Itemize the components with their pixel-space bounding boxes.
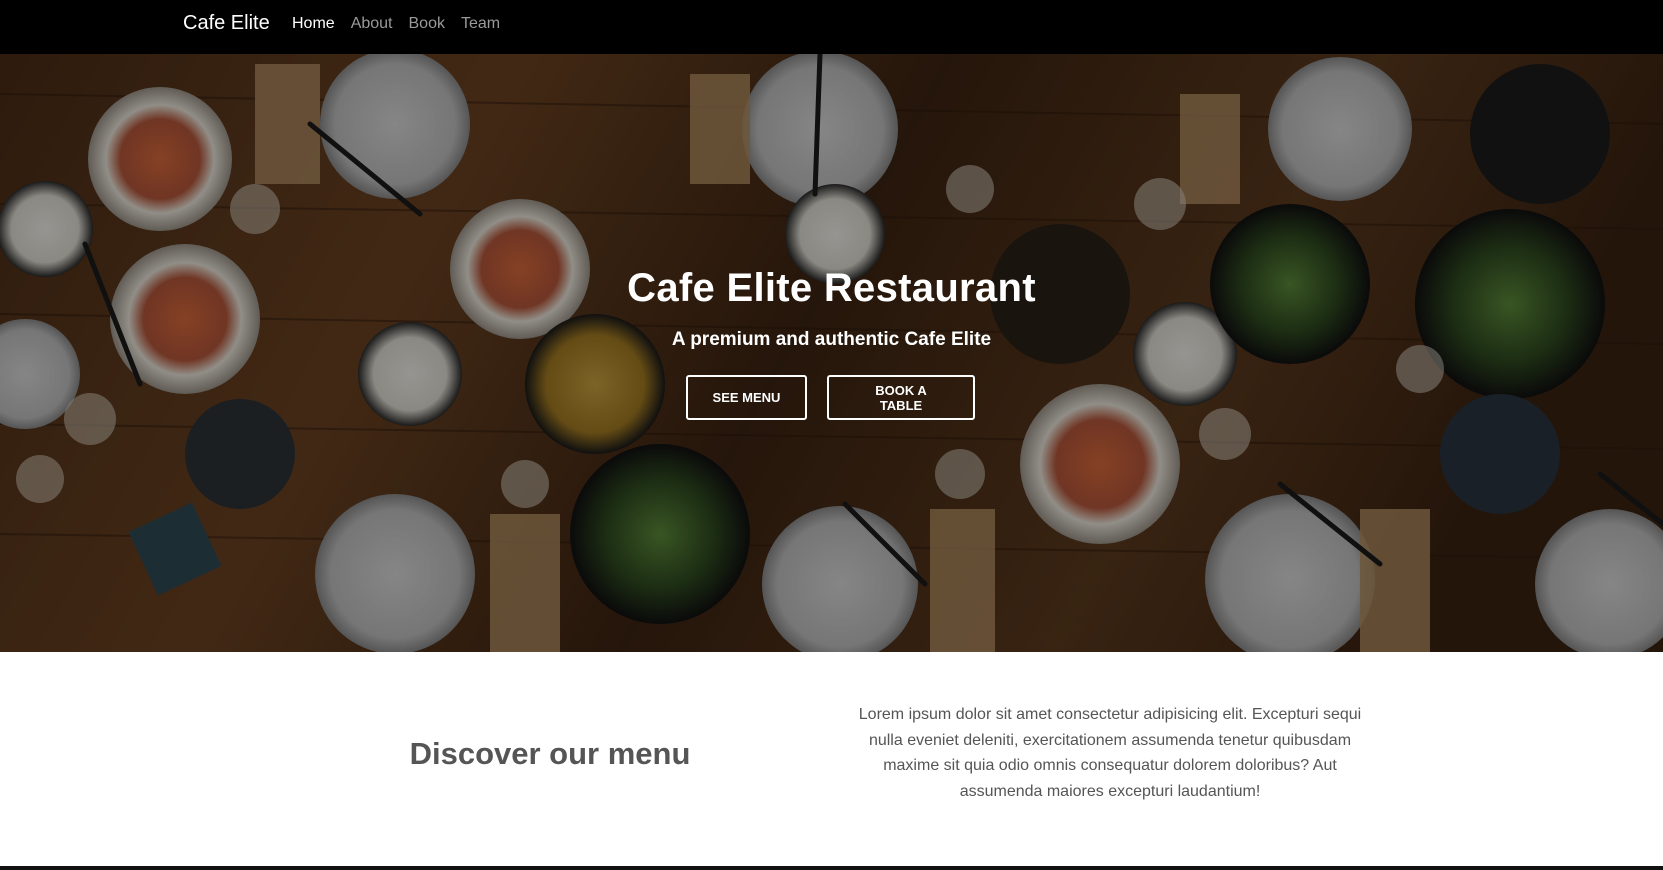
nav-links: Home About Book Team xyxy=(292,15,500,33)
nav-link-book[interactable]: Book xyxy=(409,15,445,33)
hero-content: Cafe Elite Restaurant A premium and auth… xyxy=(0,266,1663,420)
hero-title: Cafe Elite Restaurant xyxy=(627,266,1036,310)
book-table-button[interactable]: BOOK A TABLE xyxy=(827,375,975,420)
discover-title: Discover our menu xyxy=(409,736,691,771)
hero-subtitle: A premium and authentic Cafe Elite xyxy=(671,329,992,350)
nav-link-team[interactable]: Team xyxy=(461,15,500,33)
brand-link[interactable]: Cafe Elite xyxy=(183,12,270,35)
see-menu-button[interactable]: SEE MENU xyxy=(686,375,807,420)
top-navbar: Cafe Elite Home About Book Team xyxy=(0,0,1663,54)
nav-link-home[interactable]: Home xyxy=(292,15,335,33)
discover-text: Lorem ipsum dolor sit amet consectetur a… xyxy=(858,706,1362,800)
nav-link-about[interactable]: About xyxy=(351,15,393,33)
hero-section: Cafe Elite Restaurant A premium and auth… xyxy=(0,54,1663,652)
hero-buttons: SEE MENU BOOK A TABLE xyxy=(0,375,1663,420)
discover-section: Discover our menu Lorem ipsum dolor sit … xyxy=(0,652,1663,867)
section-divider xyxy=(0,866,1663,870)
